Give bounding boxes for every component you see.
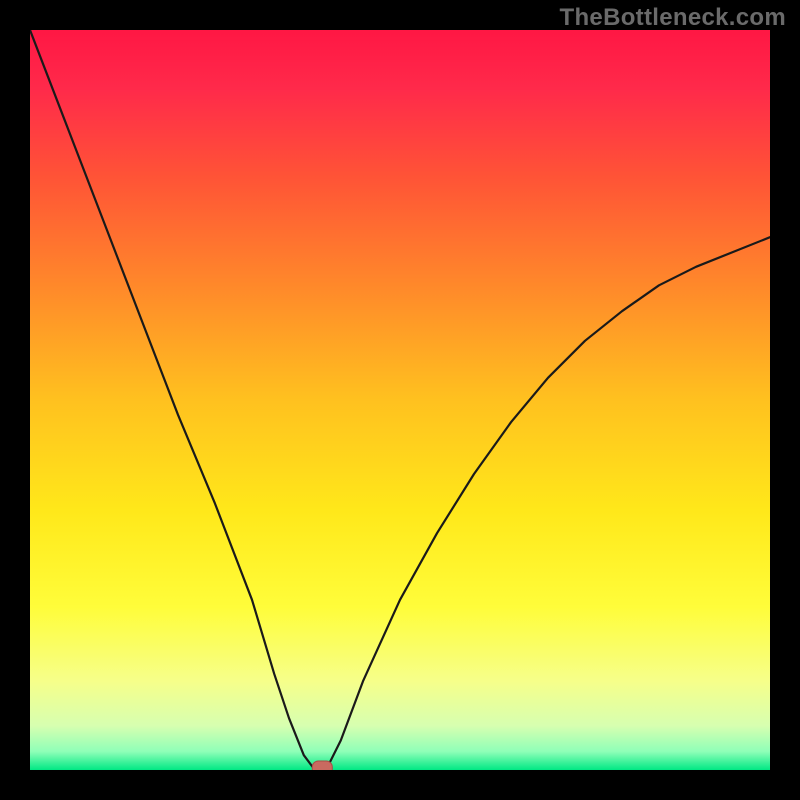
- chart-svg: [30, 30, 770, 770]
- gradient-background: [30, 30, 770, 770]
- chart-frame: TheBottleneck.com: [0, 0, 800, 800]
- plot-area: [30, 30, 770, 770]
- watermark-text: TheBottleneck.com: [560, 4, 786, 32]
- optimal-marker: [312, 761, 332, 770]
